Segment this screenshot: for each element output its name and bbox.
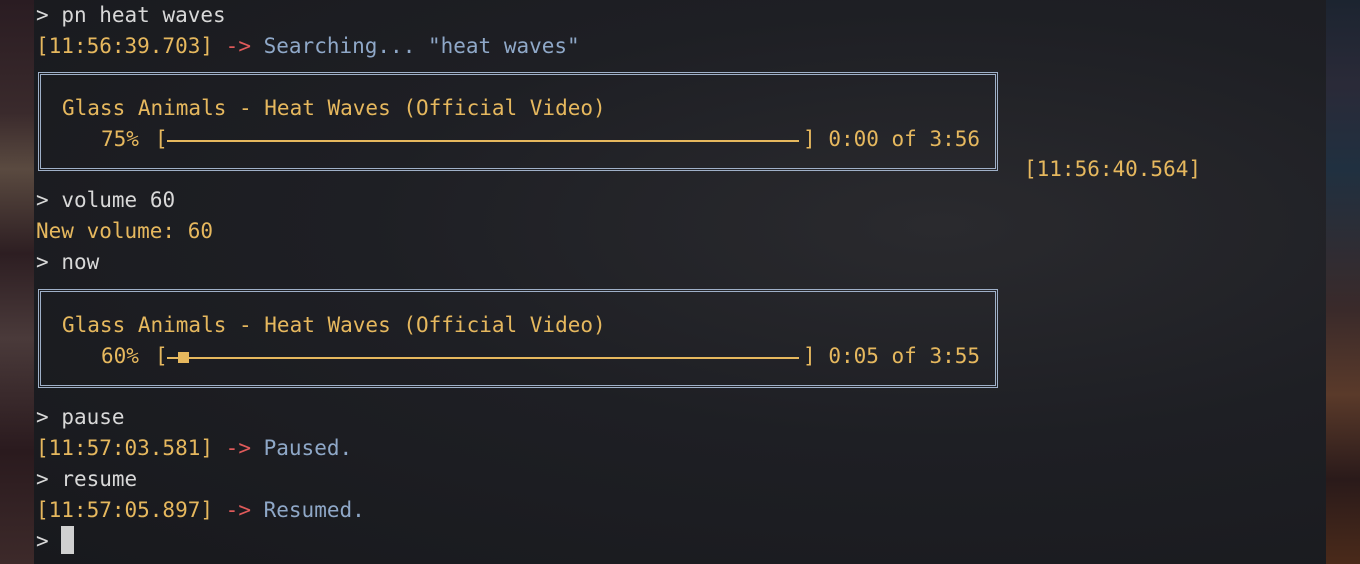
command-line-resume: > resume bbox=[36, 464, 137, 495]
log-arrow: -> bbox=[225, 34, 251, 58]
command-text: pn heat waves bbox=[61, 3, 226, 27]
command-line-pause: > pause bbox=[36, 402, 125, 433]
log-timestamp: [11:57:05.897] bbox=[36, 498, 214, 522]
prompt-symbol: > bbox=[36, 3, 49, 27]
progress-bar bbox=[167, 357, 799, 359]
now-playing-box: Glass Animals - Heat Waves (Official Vid… bbox=[38, 289, 998, 388]
volume-percent: 60% bbox=[101, 344, 139, 368]
log-message: Resumed. bbox=[263, 498, 365, 522]
wallpaper-right-edge bbox=[1326, 0, 1360, 564]
command-text: pause bbox=[61, 405, 125, 429]
now-playing-box: Glass Animals - Heat Waves (Official Vid… bbox=[38, 72, 998, 171]
log-message: Paused. bbox=[263, 436, 353, 460]
volume-percent: 75% bbox=[101, 127, 139, 151]
prompt-symbol: > bbox=[36, 467, 49, 491]
log-line-resumed: [11:57:05.897] -> Resumed. bbox=[36, 495, 365, 526]
prompt-symbol: > bbox=[36, 405, 49, 429]
command-line-volume: > volume 60 bbox=[36, 185, 175, 216]
log-arrow: -> bbox=[225, 436, 251, 460]
command-text: resume bbox=[61, 467, 138, 491]
box-timestamp: [11:56:40.564] bbox=[1024, 157, 1202, 181]
command-text: volume 60 bbox=[61, 188, 176, 212]
input-prompt-line[interactable]: > bbox=[36, 526, 74, 557]
progress-time-row: ] 0:00 of 3:56 bbox=[803, 124, 980, 155]
log-timestamp: [11:56:39.703] bbox=[36, 34, 214, 58]
track-title: Glass Animals - Heat Waves (Official Vid… bbox=[62, 313, 606, 337]
progress-bracket-close: ] bbox=[803, 127, 816, 151]
prompt-symbol: > bbox=[36, 250, 49, 274]
log-line-searching: [11:56:39.703] -> Searching... "heat wav… bbox=[36, 31, 580, 62]
prompt-symbol: > bbox=[36, 529, 49, 553]
text-cursor[interactable] bbox=[60, 526, 74, 554]
command-line-play: > pn heat waves bbox=[36, 0, 226, 31]
track-title: Glass Animals - Heat Waves (Official Vid… bbox=[62, 96, 606, 120]
prompt-symbol: > bbox=[36, 188, 49, 212]
terminal-window[interactable]: > pn heat waves [11:56:39.703] -> Search… bbox=[34, 0, 1326, 564]
wallpaper-left-edge bbox=[0, 0, 34, 564]
progress-bracket-open: [ bbox=[155, 344, 168, 368]
progress-bracket-close: ] bbox=[803, 344, 816, 368]
volume-response: New volume: 60 bbox=[36, 219, 214, 243]
progress-knob bbox=[177, 352, 189, 363]
progress-bar bbox=[167, 140, 799, 142]
command-text: now bbox=[61, 250, 100, 274]
log-timestamp: [11:57:03.581] bbox=[36, 436, 214, 460]
log-arrow: -> bbox=[225, 498, 251, 522]
progress-bracket-open: [ bbox=[155, 127, 168, 151]
progress-time-row: ] 0:05 of 3:55 bbox=[803, 341, 980, 372]
command-line-now: > now bbox=[36, 247, 99, 278]
playback-time: 0:00 of 3:56 bbox=[828, 127, 981, 151]
log-line-paused: [11:57:03.581] -> Paused. bbox=[36, 433, 352, 464]
playback-time: 0:05 of 3:55 bbox=[828, 344, 981, 368]
log-message: Searching... "heat waves" bbox=[263, 34, 580, 58]
